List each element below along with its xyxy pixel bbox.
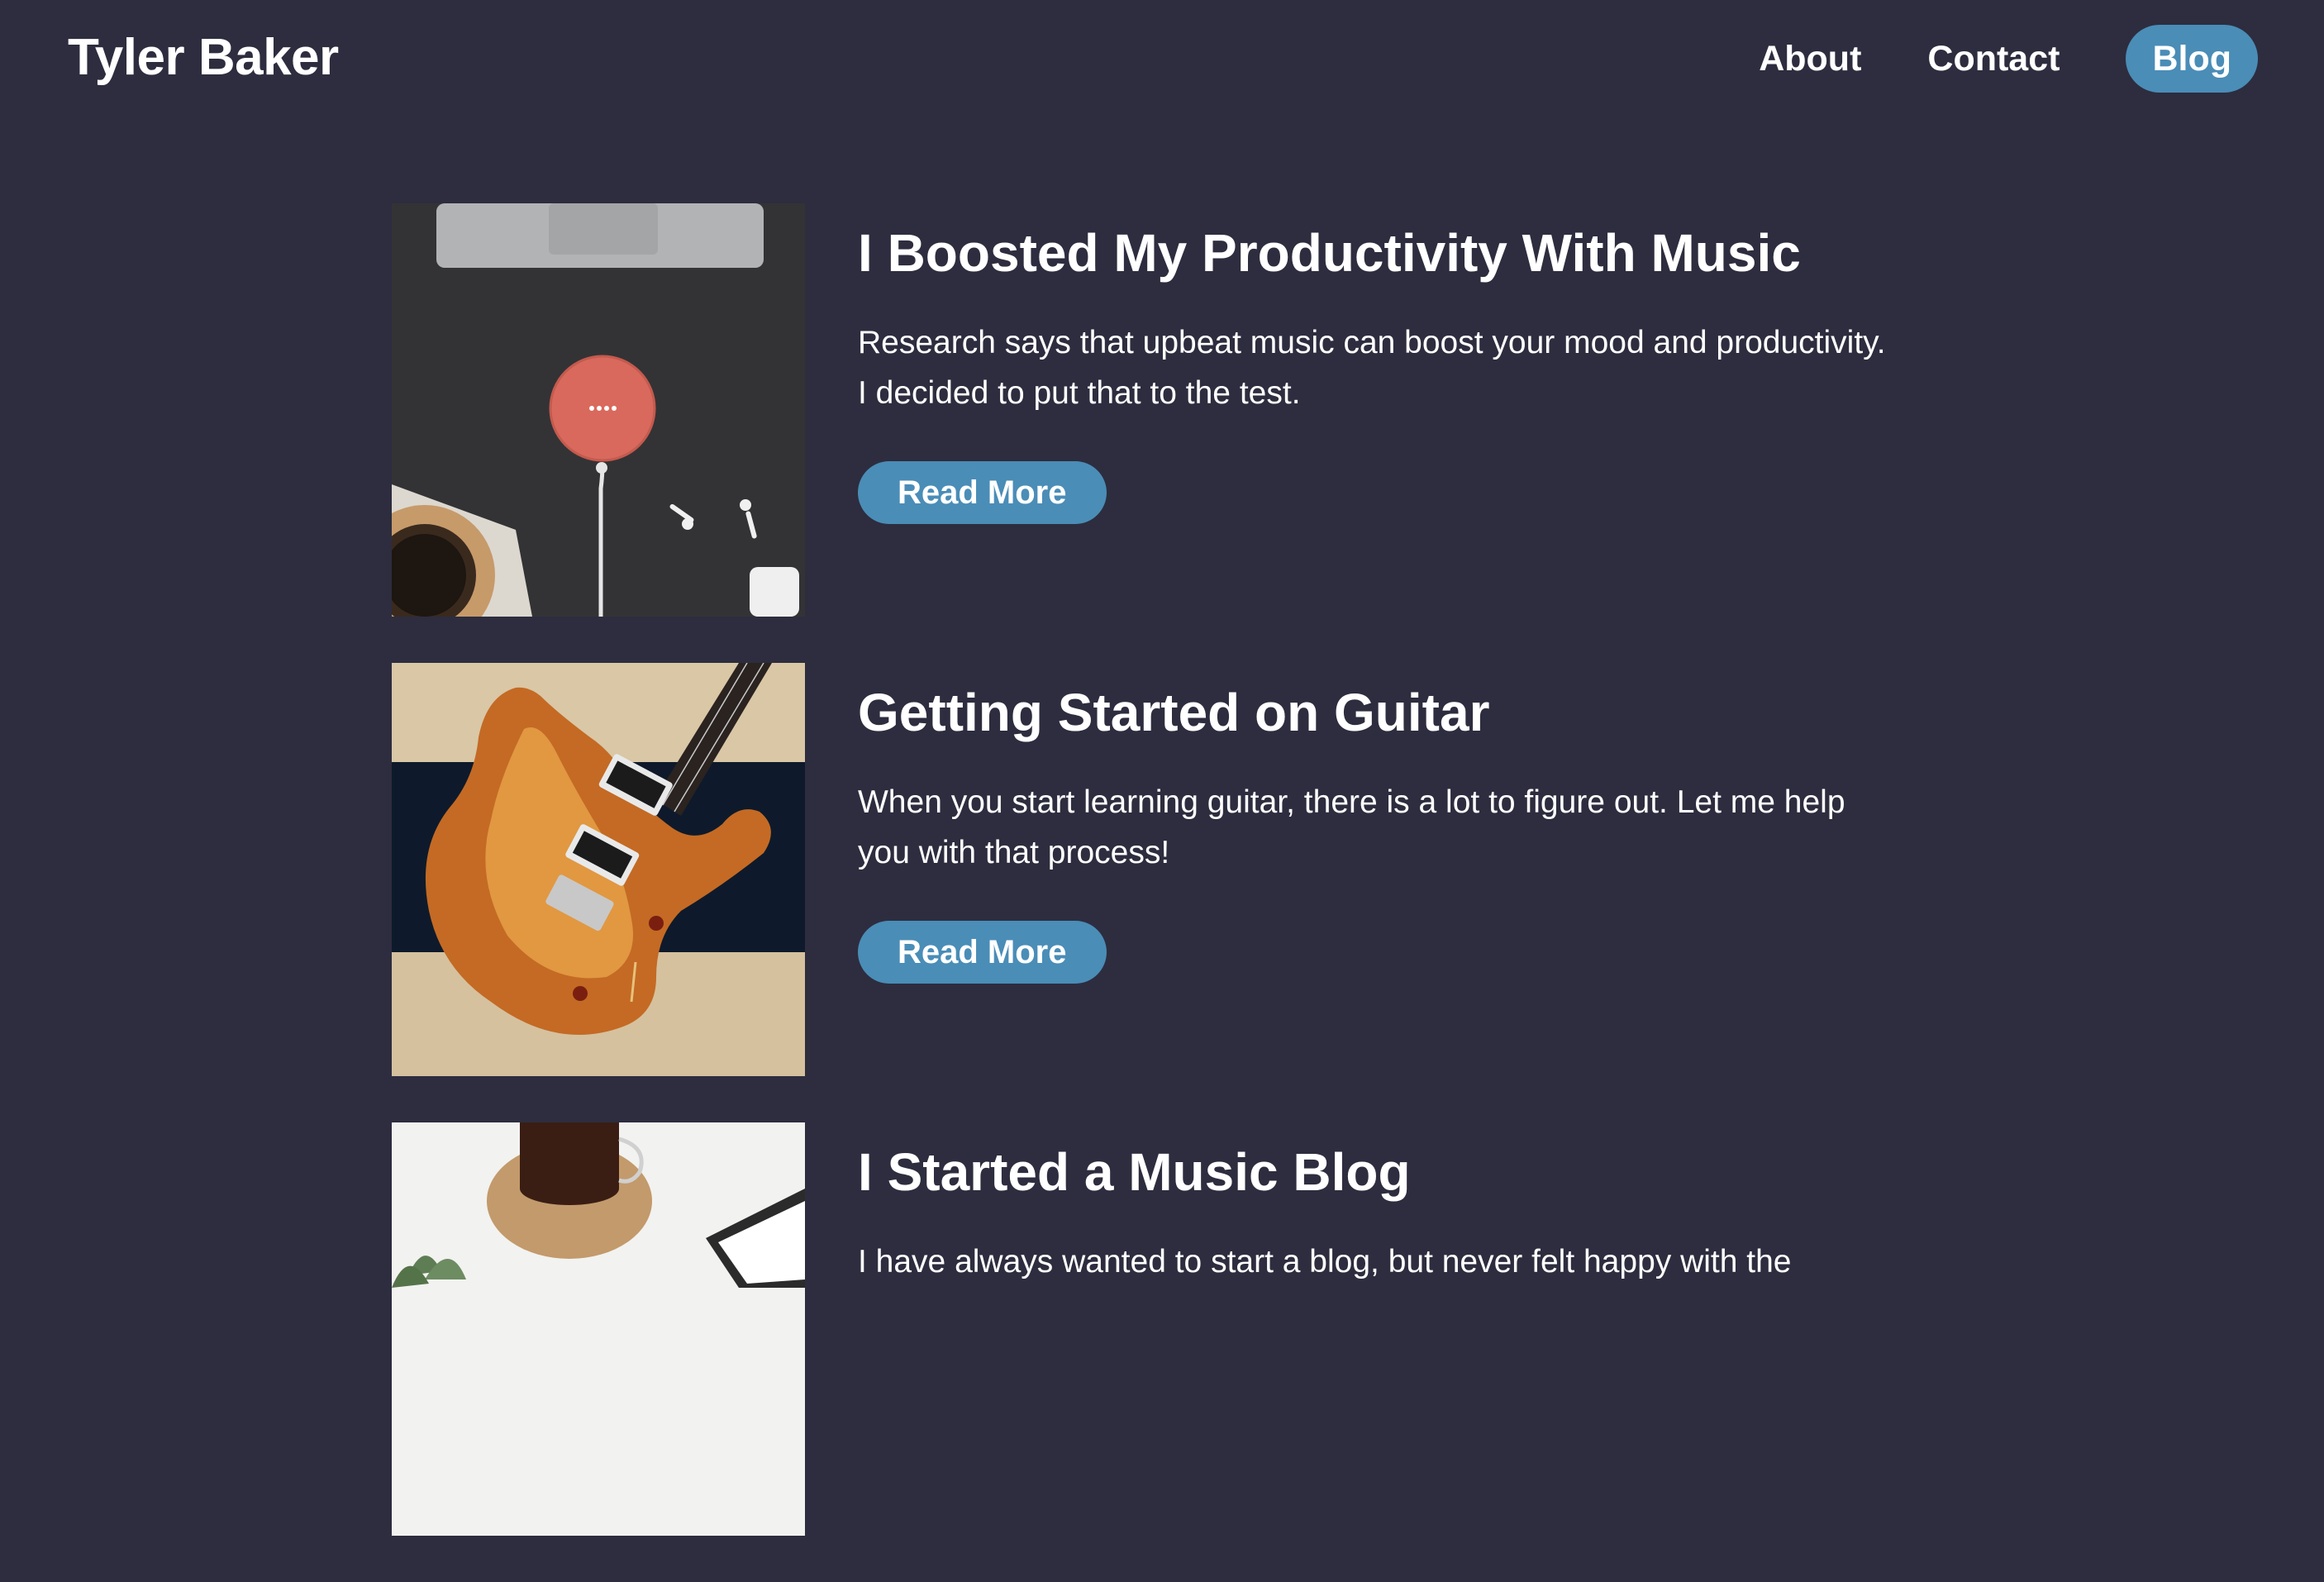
read-more-button[interactable]: Read More <box>858 461 1107 524</box>
main-nav: About Contact Blog <box>1693 25 2258 93</box>
post-body: I Boosted My Productivity With Music Res… <box>858 203 1932 524</box>
site-header: Tyler Baker About Contact Blog <box>0 0 2324 116</box>
post-card: I Boosted My Productivity With Music Res… <box>392 203 1962 663</box>
nav-item-blog[interactable]: Blog <box>2126 25 2258 93</box>
smart-speaker-illustration <box>392 203 805 617</box>
post-list: I Boosted My Productivity With Music Res… <box>392 203 1962 1582</box>
nav-item-about[interactable]: About <box>1759 25 1861 93</box>
post-excerpt: When you start learning guitar, there is… <box>858 784 1845 870</box>
post-title[interactable]: I Started a Music Blog <box>858 1137 1932 1207</box>
guitar-illustration <box>392 663 805 1076</box>
post-title[interactable]: I Boosted My Productivity With Music <box>858 218 1932 288</box>
coffee-illustration <box>392 1122 805 1536</box>
post-excerpt: I have always wanted to start a blog, bu… <box>858 1244 1792 1279</box>
post-card: I Started a Music Blog I have always wan… <box>392 1122 1962 1582</box>
post-excerpt: Research says that upbeat music can boos… <box>858 325 1886 411</box>
post-image-coffee[interactable] <box>392 1122 805 1536</box>
read-more-button[interactable]: Read More <box>858 921 1107 984</box>
post-body: I Started a Music Blog I have always wan… <box>858 1122 1932 1287</box>
post-card: Getting Started on Guitar When you start… <box>392 663 1962 1122</box>
post-image-guitar[interactable] <box>392 663 805 1076</box>
nav-item-contact[interactable]: Contact <box>1927 25 2060 93</box>
post-body: Getting Started on Guitar When you start… <box>858 663 1932 984</box>
post-image-smart-speaker[interactable] <box>392 203 805 617</box>
site-title[interactable]: Tyler Baker <box>68 26 339 89</box>
post-title[interactable]: Getting Started on Guitar <box>858 678 1932 747</box>
